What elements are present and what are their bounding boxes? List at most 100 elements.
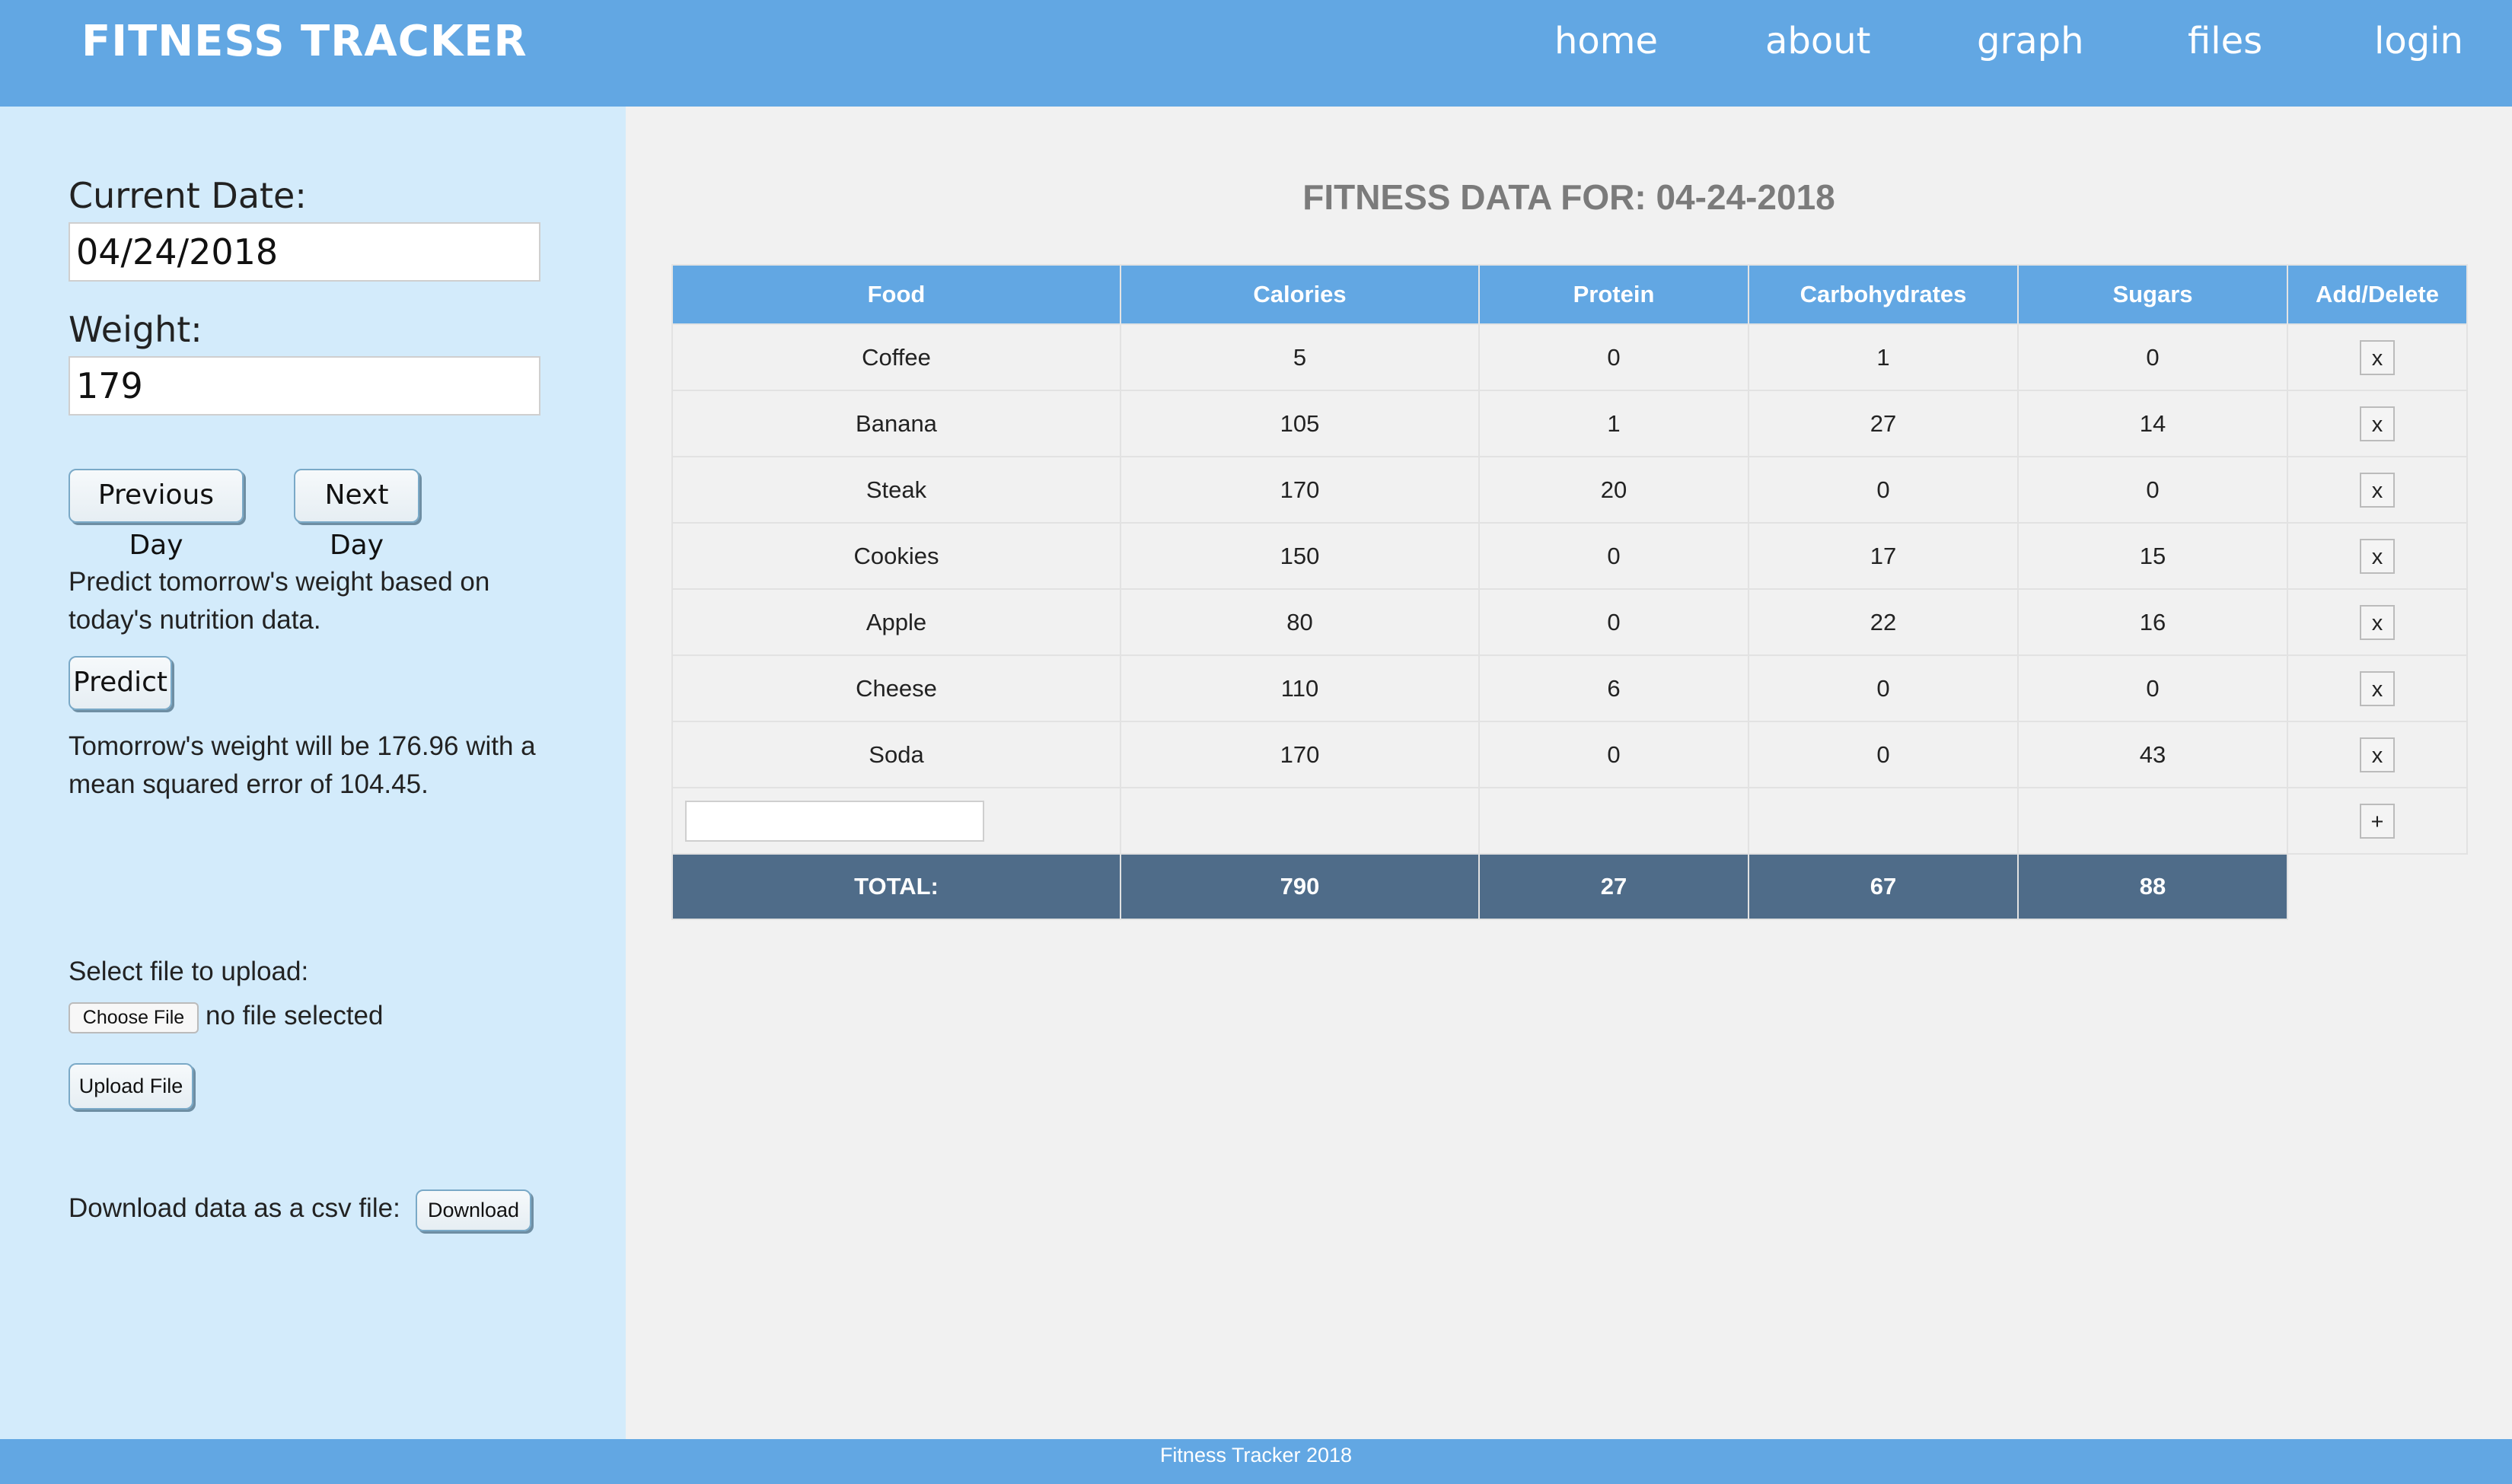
total-blank-cell [2287,854,2467,919]
current-date-label: Current Date: [69,175,307,216]
column-header-protein: Protein [1478,264,1749,325]
food-cell: Apple [671,588,1121,656]
nav-graph[interactable]: graph [1977,20,2084,62]
delete-cell: x [2287,721,2468,788]
table-row: Steak 170 20 0 0 x [671,456,2468,524]
previous-day-button[interactable]: Previous Day [69,469,244,561]
column-header-food: Food [671,264,1121,325]
protein-cell: 0 [1478,323,1749,391]
footer: Fitness Tracker 2018 [0,1439,2512,1484]
calories-cell: 170 [1120,721,1480,788]
next-day-button[interactable]: Next Day [294,469,419,561]
sugars-cell: 15 [2017,522,2288,590]
calories-cell: 80 [1120,588,1480,656]
prediction-result-line1: Tomorrow's weight will be 176.96 with a [69,731,536,761]
table-row: Apple 80 0 22 16 x [671,588,2468,656]
empty-cell [1478,787,1749,855]
sugars-cell: 16 [2017,588,2288,656]
carbohydrates-cell: 22 [1748,588,2019,656]
delete-row-button[interactable]: x [2360,538,2395,574]
protein-cell: 6 [1478,654,1749,722]
download-label: Download data as a csv file: [69,1193,400,1223]
nav-login[interactable]: login [2374,20,2463,62]
empty-cell [1120,787,1480,855]
empty-cell [1748,787,2019,855]
food-cell: Cheese [671,654,1121,722]
calories-cell: 5 [1120,323,1480,391]
delete-cell: x [2287,654,2468,722]
food-cell: Soda [671,721,1121,788]
new-food-cell [671,787,1121,855]
delete-row-button[interactable]: x [2360,339,2395,375]
table-row: Coffee 5 0 1 0 x [671,323,2468,391]
delete-row-button[interactable]: x [2360,737,2395,772]
table-row: Soda 170 0 0 43 x [671,721,2468,788]
add-row-button[interactable]: + [2360,803,2395,839]
add-food-row: + [671,787,2468,855]
table-row: Cheese 110 6 0 0 x [671,654,2468,722]
choose-file-button[interactable]: Choose File [69,1002,199,1033]
delete-cell: x [2287,588,2468,656]
table-row: Cookies 150 0 17 15 x [671,522,2468,590]
protein-cell: 0 [1478,522,1749,590]
predict-button[interactable]: Predict [69,656,172,710]
calories-cell: 105 [1120,390,1480,457]
delete-cell: x [2287,323,2468,391]
carbohydrates-cell: 0 [1748,721,2019,788]
carbohydrates-cell: 17 [1748,522,2019,590]
delete-row-button[interactable]: x [2360,406,2395,441]
column-header-carbohydrates: Carbohydrates [1748,264,2019,325]
page-title: FITNESS DATA FOR: 04-24-2018 [1302,177,1835,217]
prediction-result-line2: mean squared error of 104.45. [69,769,429,799]
protein-cell: 20 [1478,456,1749,524]
column-header-add-delete: Add/Delete [2287,264,2468,325]
column-header-calories: Calories [1120,264,1480,325]
total-protein: 27 [1478,853,1749,920]
no-file-selected-text: no file selected [206,1001,384,1030]
nav-files[interactable]: files [2188,20,2262,62]
total-calories: 790 [1120,853,1480,920]
protein-cell: 1 [1478,390,1749,457]
predict-description-line1: Predict tomorrow's weight based on [69,567,490,597]
total-row: TOTAL: 790 27 67 88 [671,853,2467,920]
nav-about[interactable]: about [1765,20,1871,62]
table-header-row: Food Calories Protein Carbohydrates Suga… [671,264,2468,325]
nav-home[interactable]: home [1554,20,1658,62]
upload-label: Select file to upload: [69,957,309,986]
delete-row-button[interactable]: x [2360,670,2395,706]
top-bar: FITNESS TRACKER home about graph files l… [0,0,2512,107]
weight-input[interactable]: 179 [69,356,540,416]
carbohydrates-cell: 1 [1748,323,2019,391]
table-row: Banana 105 1 27 14 x [671,390,2468,457]
protein-cell: 0 [1478,721,1749,788]
carbohydrates-cell: 27 [1748,390,2019,457]
upload-file-button[interactable]: Upload File [69,1063,193,1110]
food-cell: Coffee [671,323,1121,391]
protein-cell: 0 [1478,588,1749,656]
download-button[interactable]: Download [416,1189,531,1231]
food-cell: Banana [671,390,1121,457]
column-header-sugars: Sugars [2017,264,2288,325]
delete-cell: x [2287,390,2468,457]
carbohydrates-cell: 0 [1748,456,2019,524]
sugars-cell: 14 [2017,390,2288,457]
carbohydrates-cell: 0 [1748,654,2019,722]
calories-cell: 170 [1120,456,1480,524]
predict-description-line2: today's nutrition data. [69,605,321,635]
weight-label: Weight: [69,309,202,350]
calories-cell: 150 [1120,522,1480,590]
current-date-input[interactable]: 04/24/2018 [69,222,540,282]
new-food-input[interactable] [685,800,984,842]
sugars-cell: 43 [2017,721,2288,788]
add-cell: + [2287,787,2468,855]
calories-cell: 110 [1120,654,1480,722]
brand-title[interactable]: FITNESS TRACKER [81,17,528,66]
delete-row-button[interactable]: x [2360,604,2395,640]
sugars-cell: 0 [2017,654,2288,722]
food-cell: Steak [671,456,1121,524]
sugars-cell: 0 [2017,456,2288,524]
delete-row-button[interactable]: x [2360,472,2395,508]
total-label: TOTAL: [671,853,1121,920]
delete-cell: x [2287,522,2468,590]
delete-cell: x [2287,456,2468,524]
